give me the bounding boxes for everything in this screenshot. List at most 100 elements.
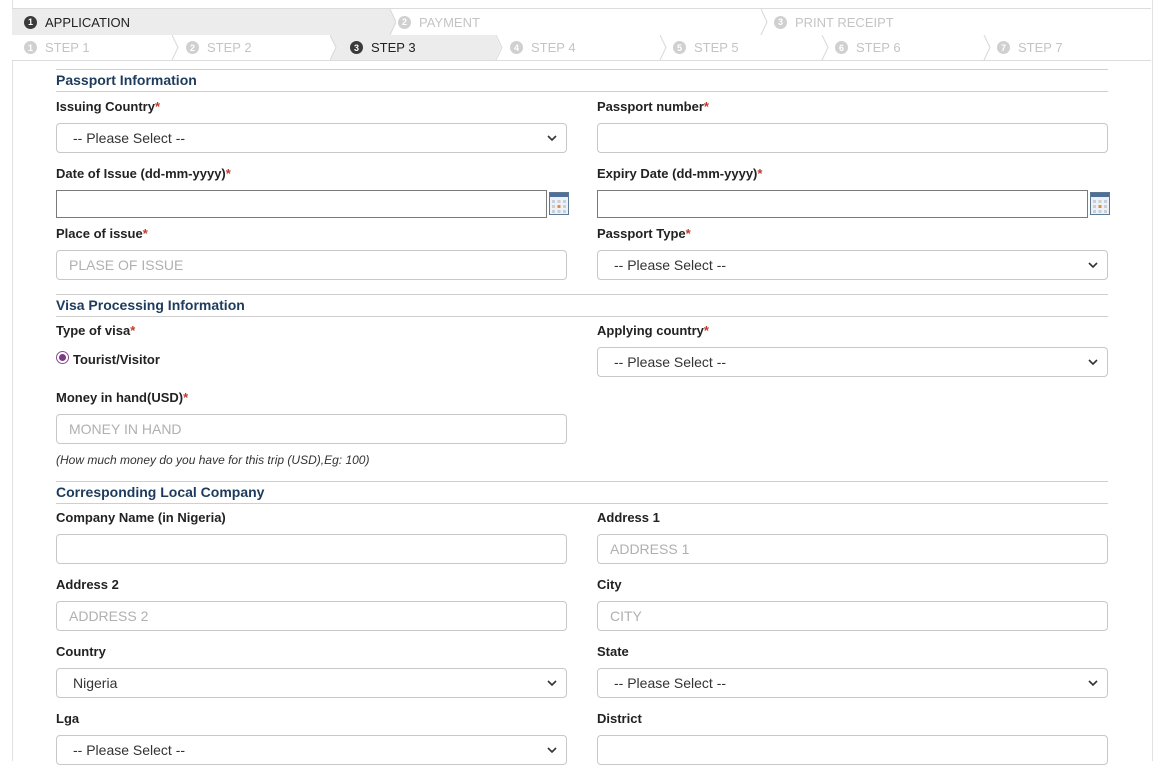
step-number-icon: 2: [186, 41, 199, 54]
city-input[interactable]: CITY: [597, 601, 1108, 631]
place-of-issue-label: Place of issue*: [56, 226, 148, 241]
chevron-down-icon: [1088, 359, 1098, 366]
chevron-right-icon: [821, 35, 829, 60]
calendar-icon[interactable]: [549, 192, 569, 215]
label-text: Place of issue: [56, 226, 143, 241]
step-2[interactable]: 2 STEP 2: [186, 35, 332, 60]
chevron-right-icon: [760, 9, 768, 35]
section-visa-processing-information: Visa Processing Information: [56, 294, 1108, 317]
step-7[interactable]: 7 STEP 7: [997, 35, 1143, 60]
page-frame: [12, 0, 1153, 761]
chevron-down-icon: [547, 747, 557, 754]
date-of-issue-label: Date of Issue (dd-mm-yyyy)*: [56, 166, 231, 181]
step-number-icon: 7: [997, 41, 1010, 54]
required-mark: *: [703, 99, 709, 114]
label-text: Applying country: [597, 323, 704, 338]
chevron-right-icon: [171, 35, 179, 60]
input-placeholder: PLASE OF ISSUE: [69, 257, 184, 273]
tourist-visitor-label[interactable]: Tourist/Visitor: [73, 352, 160, 367]
step-number-icon: 1: [24, 15, 37, 29]
address2-input[interactable]: ADDRESS 2: [56, 601, 567, 631]
money-in-hand-input[interactable]: MONEY IN HAND: [56, 414, 567, 444]
date-of-issue-input[interactable]: [56, 190, 547, 218]
money-in-hand-hint: (How much money do you have for this tri…: [56, 453, 370, 467]
company-name-input[interactable]: [56, 534, 567, 564]
step-4[interactable]: 4 STEP 4: [510, 35, 658, 60]
state-label: State: [597, 644, 629, 659]
step-6[interactable]: 6 STEP 6: [835, 35, 981, 60]
country-select[interactable]: Nigeria: [56, 668, 567, 698]
address2-label: Address 2: [56, 577, 119, 592]
step-label: STEP 4: [531, 40, 576, 55]
required-mark: *: [225, 166, 231, 181]
step-label: STEP 1: [45, 40, 90, 55]
section-heading: Visa Processing Information: [56, 297, 245, 313]
stage-print-receipt[interactable]: 3 PRINT RECEIPT: [774, 9, 1144, 35]
select-value: -- Please Select --: [73, 742, 186, 758]
step-5[interactable]: 5 STEP 5: [673, 35, 819, 60]
input-placeholder: CITY: [610, 608, 642, 624]
passport-number-input[interactable]: [597, 123, 1108, 153]
expiry-date-input[interactable]: [597, 190, 1088, 218]
label-text: Money in hand(USD): [56, 390, 184, 405]
select-value: -- Please Select --: [614, 675, 727, 691]
required-mark: *: [154, 99, 161, 114]
stage-payment[interactable]: 2 PAYMENT: [398, 9, 758, 35]
input-placeholder: MONEY IN HAND: [69, 421, 182, 437]
label-text: Expiry Date (dd-mm-yyyy): [597, 166, 758, 181]
tourist-visitor-radio[interactable]: [56, 351, 69, 364]
chevron-down-icon: [547, 680, 557, 687]
stage-label: PAYMENT: [419, 14, 480, 30]
label-text: Type of visa: [56, 323, 131, 338]
label-text: Date of Issue (dd-mm-yyyy): [56, 166, 226, 181]
step-number-icon: 1: [24, 41, 37, 54]
city-label: City: [597, 577, 622, 592]
chevron-right-icon: [659, 35, 667, 60]
stage-application[interactable]: 1 APPLICATION: [12, 9, 384, 35]
applying-country-label: Applying country*: [597, 323, 709, 338]
step-1[interactable]: 1 STEP 1: [12, 35, 168, 60]
country-label: Country: [56, 644, 106, 659]
input-placeholder: ADDRESS 2: [69, 608, 149, 624]
stage-label: APPLICATION: [45, 14, 131, 30]
company-name-label: Company Name (in Nigeria): [56, 510, 226, 525]
section-heading: Corresponding Local Company: [56, 484, 265, 500]
stage-label: PRINT RECEIPT: [795, 14, 894, 30]
step-3[interactable]: 3 STEP 3: [330, 35, 496, 60]
select-value: Nigeria: [73, 675, 118, 691]
chevron-right-icon: [495, 35, 503, 60]
step-progress-bar: 1 STEP 1 2 STEP 2 3 STEP 3 4 STEP 4 5 ST…: [12, 35, 1151, 61]
address1-input[interactable]: ADDRESS 1: [597, 534, 1108, 564]
step-label: STEP 5: [694, 40, 739, 55]
district-label: District: [597, 711, 642, 726]
applying-country-select[interactable]: -- Please Select --: [597, 347, 1108, 377]
step-label: STEP 7: [1018, 40, 1063, 55]
section-corresponding-local-company: Corresponding Local Company: [56, 481, 1108, 504]
step-number-icon: 3: [350, 41, 363, 54]
money-in-hand-label: Money in hand(USD)*: [56, 390, 188, 405]
required-mark: *: [685, 226, 691, 241]
passport-type-label: Passport Type*: [597, 226, 691, 241]
step-number-icon: 6: [835, 41, 848, 54]
step-number-icon: 5: [673, 41, 686, 54]
step-label: STEP 6: [856, 40, 901, 55]
required-mark: *: [130, 323, 136, 338]
step-label: STEP 2: [207, 40, 252, 55]
chevron-right-icon: [382, 9, 396, 35]
input-placeholder: ADDRESS 1: [610, 541, 690, 557]
step-label: STEP 3: [371, 40, 416, 55]
step-number-icon: 4: [510, 41, 523, 54]
required-mark: *: [757, 166, 763, 181]
chevron-right-icon: [330, 35, 337, 60]
state-select[interactable]: -- Please Select --: [597, 668, 1108, 698]
label-text: Passport Type: [597, 226, 686, 241]
step-number-icon: 3: [774, 15, 787, 29]
expiry-date-label: Expiry Date (dd-mm-yyyy)*: [597, 166, 762, 181]
select-value: -- Please Select --: [614, 257, 727, 273]
issuing-country-label: Issuing Country*: [56, 99, 160, 114]
place-of-issue-input[interactable]: PLASE OF ISSUE: [56, 250, 567, 280]
issuing-country-select[interactable]: -- Please Select --: [56, 123, 567, 153]
step-number-icon: 2: [398, 15, 411, 29]
passport-type-select[interactable]: -- Please Select --: [597, 250, 1108, 280]
calendar-icon[interactable]: [1090, 192, 1110, 215]
